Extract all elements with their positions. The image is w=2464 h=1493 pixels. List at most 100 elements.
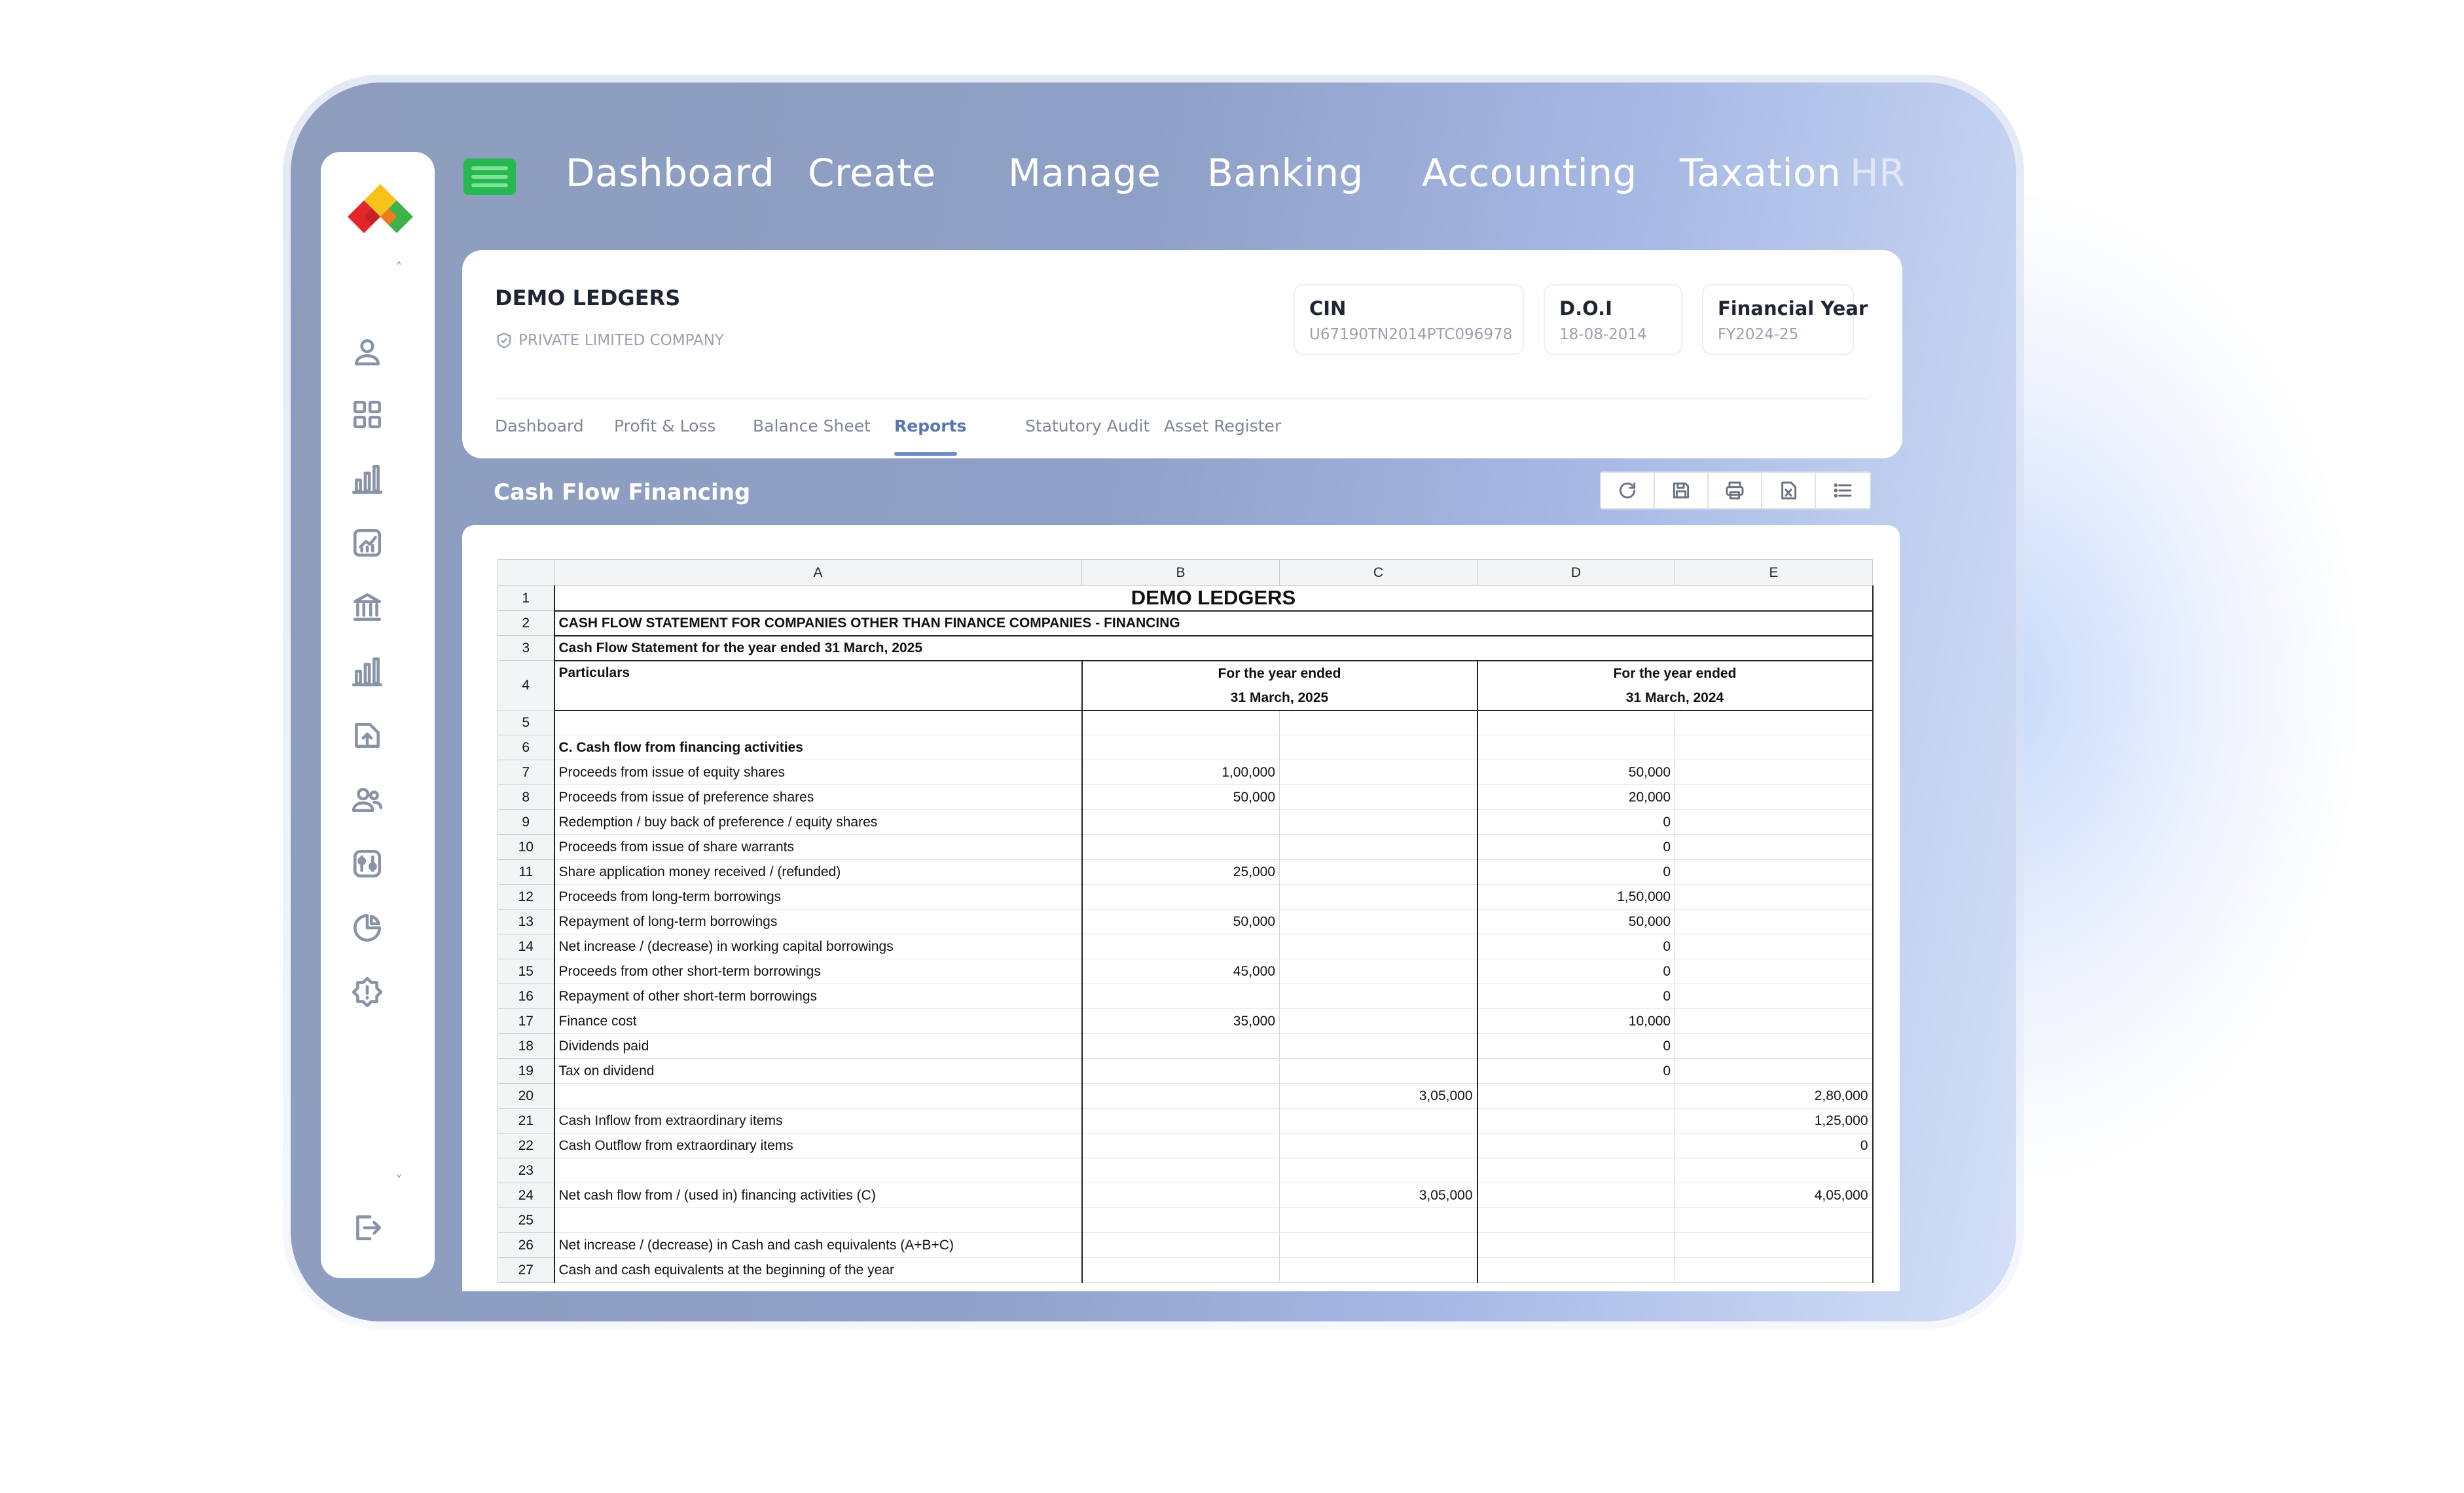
row-number[interactable]: 22 (498, 1133, 554, 1158)
cell-d[interactable]: 0 (1477, 984, 1675, 1009)
cell-a[interactable]: C. Cash flow from financing activities (553, 735, 1083, 760)
cell-c[interactable] (1279, 859, 1478, 885)
cell-c[interactable] (1279, 809, 1478, 835)
cell-d[interactable] (1477, 1158, 1675, 1183)
cell-d[interactable]: 0 (1477, 959, 1675, 984)
column-header-e[interactable]: E (1675, 559, 1873, 586)
cell-b[interactable] (1081, 1183, 1280, 1208)
cell-b[interactable] (1081, 1058, 1280, 1084)
sidebar-scroll-up-icon[interactable]: ˄ (395, 261, 403, 277)
cell-e[interactable] (1675, 760, 1874, 785)
cell-c[interactable] (1279, 909, 1478, 934)
sheet-title-cell[interactable]: DEMO LEDGERS (553, 585, 1874, 612)
cell-a[interactable] (553, 710, 1083, 735)
nav-hr[interactable]: HR (1850, 151, 1906, 195)
cell-b[interactable]: 25,000 (1081, 859, 1280, 885)
row-number[interactable]: 5 (498, 710, 554, 735)
cell-e[interactable] (1675, 1257, 1874, 1283)
tab-dashboard[interactable]: Dashboard (495, 416, 584, 435)
row-number[interactable]: 19 (498, 1058, 554, 1084)
cell-b[interactable]: 1,00,000 (1081, 760, 1280, 785)
cell-e[interactable] (1675, 859, 1874, 885)
cell-c[interactable] (1279, 1008, 1478, 1034)
sidebar-scroll-down-icon[interactable]: ˅ (395, 1173, 403, 1190)
settings-sliders-icon[interactable] (350, 846, 385, 881)
bank-icon[interactable] (350, 589, 385, 625)
cell-c[interactable] (1279, 735, 1478, 760)
row-number[interactable]: 23 (498, 1158, 554, 1183)
tab-balance-sheet[interactable]: Balance Sheet (753, 416, 871, 435)
cell-a[interactable]: Repayment of other short-term borrowings (553, 984, 1083, 1009)
cell-d[interactable]: 0 (1477, 1058, 1675, 1084)
cell-d[interactable] (1477, 1257, 1675, 1283)
cell-e[interactable] (1675, 1008, 1874, 1034)
cell-d[interactable] (1477, 1133, 1675, 1158)
row-number[interactable]: 21 (498, 1108, 554, 1134)
row-number[interactable]: 27 (498, 1257, 554, 1283)
cell-b[interactable] (1081, 1083, 1280, 1109)
year-2025-header[interactable]: For the year ended 31 March, 2025 (1081, 660, 1478, 711)
cell-e[interactable]: 2,80,000 (1675, 1083, 1874, 1109)
cell-e[interactable]: 0 (1675, 1133, 1874, 1158)
cell-d[interactable] (1477, 710, 1675, 735)
cell-b[interactable]: 35,000 (1081, 1008, 1280, 1034)
cell-b[interactable] (1081, 1108, 1280, 1134)
cell-b[interactable]: 50,000 (1081, 784, 1280, 810)
nav-taxation[interactable]: Taxation (1680, 151, 1841, 195)
cell-c[interactable] (1279, 984, 1478, 1009)
row-number[interactable]: 2 (498, 610, 554, 636)
cell-c[interactable] (1279, 834, 1478, 860)
nav-manage[interactable]: Manage (1008, 151, 1161, 195)
cell-c[interactable] (1279, 710, 1478, 735)
cell-c[interactable] (1279, 1257, 1478, 1283)
cell-a[interactable]: Share application money received / (refu… (553, 859, 1083, 885)
cell-a[interactable] (553, 1207, 1083, 1233)
cell-e[interactable] (1675, 984, 1874, 1009)
row-number[interactable]: 8 (498, 784, 554, 810)
cell-e[interactable]: 1,25,000 (1675, 1108, 1874, 1134)
export-excel-button[interactable] (1762, 473, 1816, 508)
cell-a[interactable]: Redemption / buy back of preference / eq… (553, 809, 1083, 835)
cell-b[interactable] (1081, 1133, 1280, 1158)
trend-chart-icon[interactable] (350, 525, 385, 561)
cell-a[interactable]: Proceeds from other short-term borrowing… (553, 959, 1083, 984)
nav-banking[interactable]: Banking (1207, 151, 1364, 195)
cell-a[interactable]: Dividends paid (553, 1033, 1083, 1059)
cell-e[interactable] (1675, 1158, 1874, 1183)
cell-e[interactable] (1675, 884, 1874, 910)
row-number[interactable]: 11 (498, 859, 554, 885)
row-number[interactable]: 3 (498, 635, 554, 661)
row-number[interactable]: 1 (498, 585, 554, 611)
cell-a[interactable]: Tax on dividend (553, 1058, 1083, 1084)
cell-d[interactable] (1477, 1083, 1675, 1109)
particulars-header[interactable]: Particulars (553, 660, 1083, 711)
cell-c[interactable] (1279, 884, 1478, 910)
corner-cell[interactable] (498, 559, 554, 586)
row-number[interactable]: 6 (498, 735, 554, 760)
heading-cell[interactable]: Cash Flow Statement for the year ended 3… (553, 635, 1874, 661)
row-number[interactable]: 20 (498, 1083, 554, 1109)
cell-a[interactable]: Proceeds from issue of share warrants (553, 834, 1083, 860)
cell-a[interactable]: Cash and cash equivalents at the beginni… (553, 1257, 1083, 1283)
cell-d[interactable]: 0 (1477, 859, 1675, 885)
cell-c[interactable] (1279, 1058, 1478, 1084)
financial-year-box[interactable]: Financial Year FY2024-25 (1702, 284, 1868, 355)
nav-accounting[interactable]: Accounting (1422, 151, 1637, 195)
cell-a[interactable]: Cash Outflow from extraordinary items (553, 1133, 1083, 1158)
cell-c[interactable] (1279, 760, 1478, 785)
row-number[interactable]: 16 (498, 984, 554, 1009)
cell-e[interactable] (1675, 784, 1874, 810)
cell-d[interactable]: 10,000 (1477, 1008, 1675, 1034)
cell-b[interactable] (1081, 834, 1280, 860)
cell-c[interactable] (1279, 1133, 1478, 1158)
upload-folder-icon[interactable] (350, 718, 385, 753)
cell-c[interactable] (1279, 1108, 1478, 1134)
cell-d[interactable]: 50,000 (1477, 760, 1675, 785)
cell-e[interactable] (1675, 809, 1874, 835)
cell-b[interactable] (1081, 809, 1280, 835)
cell-b[interactable] (1081, 1207, 1280, 1233)
row-number[interactable]: 14 (498, 934, 554, 959)
users-icon[interactable] (350, 782, 385, 817)
cell-e[interactable]: 4,05,000 (1675, 1183, 1874, 1208)
cell-a[interactable]: Net increase / (decrease) in working cap… (553, 934, 1083, 959)
